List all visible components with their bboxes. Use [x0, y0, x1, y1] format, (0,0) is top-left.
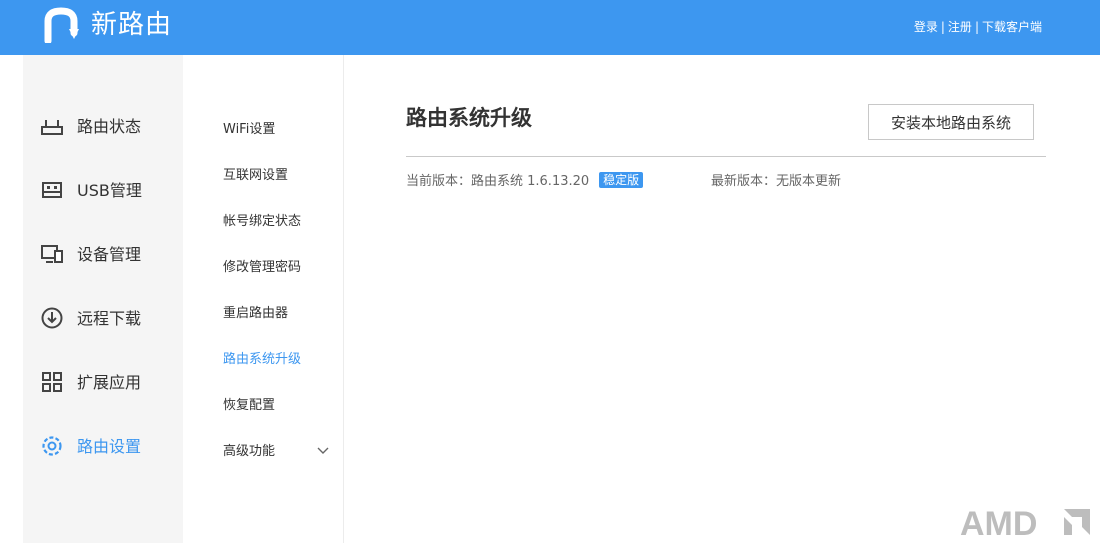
link-separator: |	[940, 19, 945, 34]
subnav-item-advanced[interactable]: 高级功能	[223, 440, 333, 459]
sidebar-item-label: USB管理	[77, 181, 142, 200]
subnav-item-label: 高级功能	[223, 444, 276, 459]
sidebar-item-label: 路由设置	[77, 437, 142, 456]
apps-grid-icon	[41, 371, 63, 393]
sidebar-item-devices[interactable]: 设备管理	[23, 233, 183, 273]
settings-subnav: WiFi设置 互联网设置 帐号绑定状态 修改管理密码 重启路由器 路由系统升级 …	[183, 55, 344, 543]
current-version-text: 当前版本：路由系统 1.6.13.20	[406, 174, 590, 189]
sidebar-item-remote-download[interactable]: 远程下载	[23, 297, 183, 337]
sidebar-item-label: 扩展应用	[77, 373, 142, 392]
subnav-item-reboot[interactable]: 重启路由器	[223, 302, 288, 321]
subnav-item-wifi[interactable]: WiFi设置	[223, 118, 275, 137]
settings-gear-icon	[41, 435, 63, 457]
amd-watermark-text: AMD	[960, 505, 1037, 539]
stable-badge: 稳定版	[599, 171, 644, 188]
page-title: 路由系统升级	[406, 106, 532, 130]
login-link[interactable]: 登录	[914, 18, 938, 35]
amd-watermark-logo: AMD	[960, 505, 1090, 539]
sidebar-item-label: 设备管理	[77, 245, 142, 264]
register-link[interactable]: 注册	[948, 18, 972, 35]
chevron-down-icon	[317, 444, 329, 459]
router-icon	[41, 115, 63, 137]
account-links: 登录 | 注册 | 下载客户端	[914, 18, 1042, 35]
download-icon	[41, 307, 63, 329]
sidebar-item-label: 路由状态	[77, 117, 142, 136]
main-sidebar: 路由状态 USB管理 设备管理 远程下载 扩展应用 路由设置	[23, 55, 183, 543]
install-local-system-button[interactable]: 安装本地路由系统	[868, 104, 1034, 140]
subnav-item-admin-password[interactable]: 修改管理密码	[223, 256, 301, 275]
logo-text: 新路由	[91, 10, 173, 40]
sidebar-item-extensions[interactable]: 扩展应用	[23, 361, 183, 401]
usb-icon	[41, 179, 63, 201]
sidebar-item-usb[interactable]: USB管理	[23, 169, 183, 209]
sidebar-item-router-settings[interactable]: 路由设置	[23, 425, 183, 465]
download-client-link[interactable]: 下载客户端	[982, 18, 1042, 35]
subnav-item-system-upgrade[interactable]: 路由系统升级	[223, 348, 301, 367]
subnav-item-restore-config[interactable]: 恢复配置	[223, 394, 275, 413]
link-separator: |	[974, 19, 979, 34]
subnav-item-internet[interactable]: 互联网设置	[223, 164, 288, 183]
sidebar-item-label: 远程下载	[77, 309, 142, 328]
top-header-bar: 新路由 登录 | 注册 | 下载客户端	[0, 0, 1100, 55]
logo-mark-icon	[44, 7, 79, 43]
devices-icon	[41, 243, 63, 265]
sidebar-item-router-status[interactable]: 路由状态	[23, 105, 183, 145]
divider	[406, 156, 1046, 157]
logo[interactable]: 新路由	[43, 7, 172, 43]
latest-version-text: 最新版本：无版本更新	[711, 174, 842, 189]
subnav-item-account-binding[interactable]: 帐号绑定状态	[223, 210, 301, 229]
current-version-row: 当前版本：路由系统 1.6.13.20 稳定版	[406, 170, 644, 189]
main-content: 路由系统升级 安装本地路由系统 当前版本：路由系统 1.6.13.20 稳定版 …	[344, 55, 1100, 543]
